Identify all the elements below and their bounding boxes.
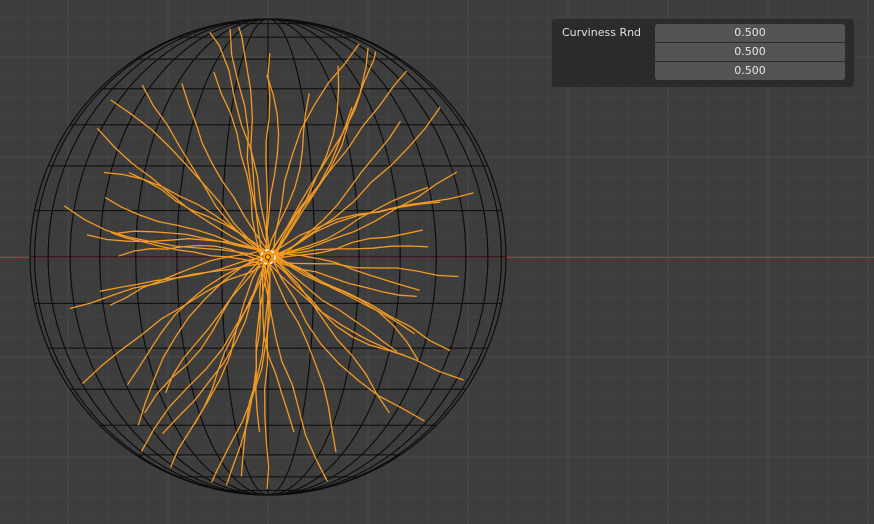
hair-strand	[273, 186, 429, 260]
hair-strand	[162, 255, 271, 435]
hair-strand	[273, 192, 474, 257]
3d-viewport[interactable]: Curviness Rnd 0.500 0.500 0.500	[0, 0, 874, 524]
hair-strand	[266, 253, 419, 361]
curviness-rnd-y-field[interactable]: 0.500	[655, 43, 845, 61]
hair-strand	[271, 51, 377, 252]
hair-strand	[104, 196, 272, 252]
origin-dot	[265, 254, 271, 260]
hair-strand	[269, 65, 340, 258]
hair-strand	[141, 84, 267, 258]
curviness-rnd-x-field[interactable]: 0.500	[655, 24, 845, 42]
curviness-rnd-label: Curviness Rnd	[562, 26, 642, 39]
hair-strand	[86, 234, 270, 253]
curviness-rnd-z-field[interactable]: 0.500	[655, 62, 845, 80]
hair-strand	[110, 231, 262, 265]
hair-strand	[69, 256, 263, 310]
hair-strand	[126, 258, 264, 386]
redo-last-panel: Curviness Rnd 0.500 0.500 0.500	[552, 19, 854, 87]
hair-strand	[211, 256, 271, 483]
hair-strand	[109, 249, 266, 306]
